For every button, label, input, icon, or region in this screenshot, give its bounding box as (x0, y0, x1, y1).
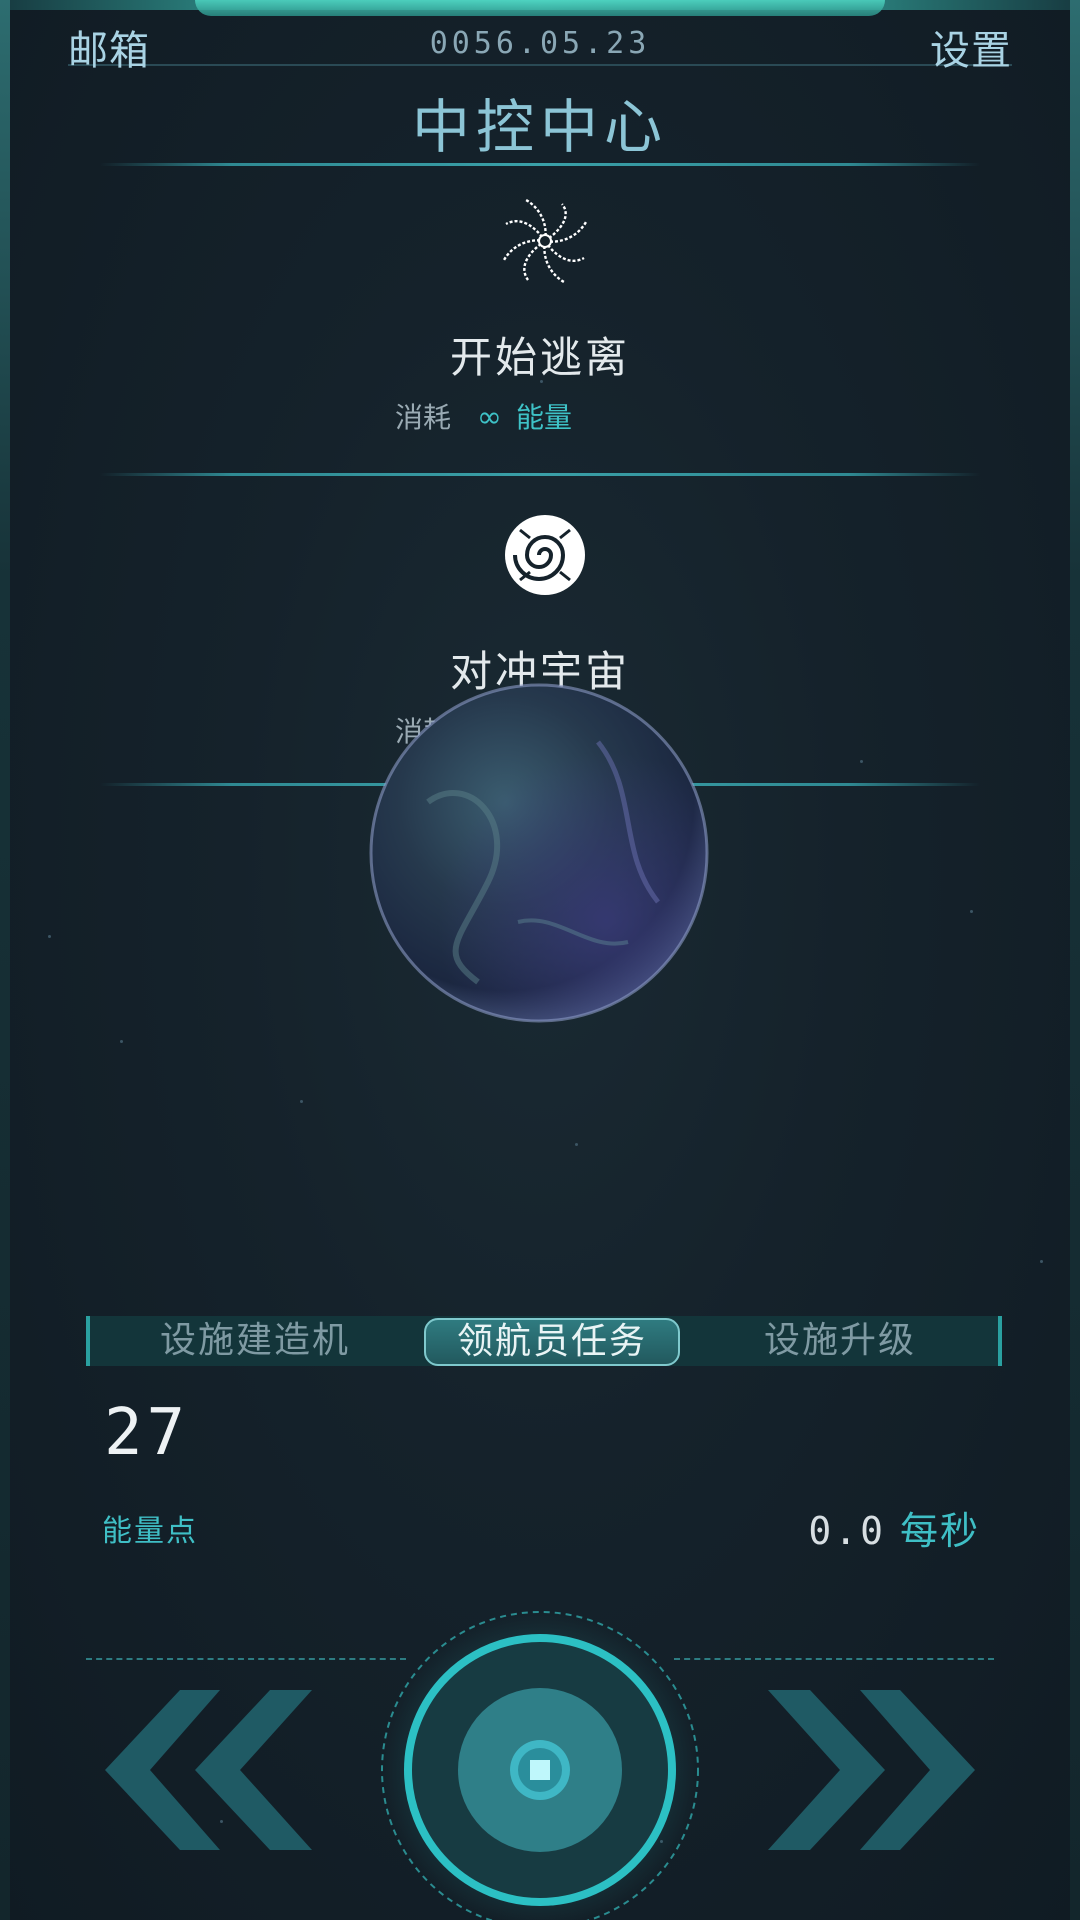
divider (100, 473, 980, 476)
double-chevron-right-icon (768, 1690, 975, 1850)
cost-label: 消耗 (395, 401, 452, 434)
cost-unit: 能量 (516, 401, 573, 434)
energy-points-value: 27 (104, 1396, 190, 1470)
top-bar: 邮箱 0056.05.23 设置 (68, 18, 1012, 74)
infinity-value: ∞ (477, 400, 503, 435)
stop-button[interactable] (380, 1610, 700, 1920)
rate-value: 0.0 (808, 1509, 886, 1553)
action-label: 开始逃离 (449, 333, 630, 382)
tab-facility-upgrade[interactable]: 设施升级 (690, 1316, 990, 1366)
double-chevron-left-icon (105, 1690, 312, 1850)
game-date: 0056.05.23 (429, 26, 651, 61)
tab-facility-builder[interactable]: 设施建造机 (90, 1316, 420, 1366)
rate-unit: 每秒 (899, 1509, 980, 1553)
stop-icon (530, 1760, 550, 1780)
black-hole-icon (500, 196, 590, 286)
energy-rate: 0.0 每秒 (808, 1500, 980, 1555)
action-start-escape[interactable]: 开始逃离 消耗 ∞ 能量 (100, 196, 980, 496)
divider (100, 163, 980, 166)
previous-button[interactable] (100, 1690, 320, 1850)
settings-button[interactable]: 设置 (930, 18, 1012, 76)
energy-points-label: 能量点 (102, 1514, 198, 1549)
frame-top-notch (195, 0, 885, 16)
action-cost: 消耗 ∞ 能量 (395, 396, 572, 436)
planet-sphere (368, 682, 711, 1025)
tab-bar: 设施建造机 领航员任务 设施升级 (86, 1316, 1002, 1366)
tab-navigator-missions[interactable]: 领航员任务 (424, 1318, 680, 1366)
game-screen: 邮箱 0056.05.23 设置 中控中心 开始逃离 消耗 ∞ 能量 对冲宇宙 … (0, 0, 1080, 1920)
spiral-vortex-icon (500, 510, 590, 600)
next-button[interactable] (760, 1690, 980, 1850)
control-panel (0, 1580, 1080, 1920)
dashed-line-right (674, 1658, 994, 1660)
page-title: 中控中心 (411, 93, 668, 161)
dashed-line-left (86, 1658, 406, 1660)
